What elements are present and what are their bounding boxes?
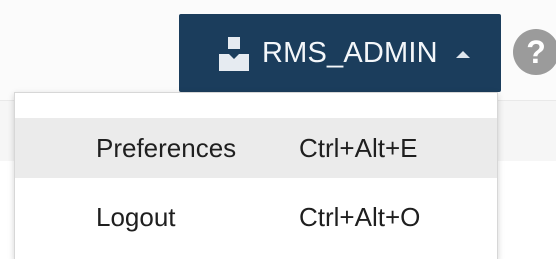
menu-item-shortcut: Ctrl+Alt+E xyxy=(299,133,418,163)
user-menu-button[interactable]: RMS_ADMIN xyxy=(179,14,501,92)
user-dropdown-menu: Preferences Ctrl+Alt+E Logout Ctrl+Alt+O xyxy=(14,92,498,259)
menu-item-label: Preferences xyxy=(96,133,237,163)
menu-item-shortcut: Ctrl+Alt+O xyxy=(299,202,421,232)
help-icon[interactable]: ? xyxy=(513,29,556,75)
menu-item-logout[interactable]: Logout Ctrl+Alt+O xyxy=(15,187,497,247)
caret-up-icon xyxy=(456,51,470,58)
user-name-label: RMS_ADMIN xyxy=(262,37,438,69)
menu-item-label: Logout xyxy=(96,202,176,232)
app-stage: RMS_ADMIN ? Preferences Ctrl+Alt+E Logou… xyxy=(0,0,556,259)
user-icon xyxy=(219,37,249,71)
menu-item-preferences[interactable]: Preferences Ctrl+Alt+E xyxy=(15,118,497,178)
